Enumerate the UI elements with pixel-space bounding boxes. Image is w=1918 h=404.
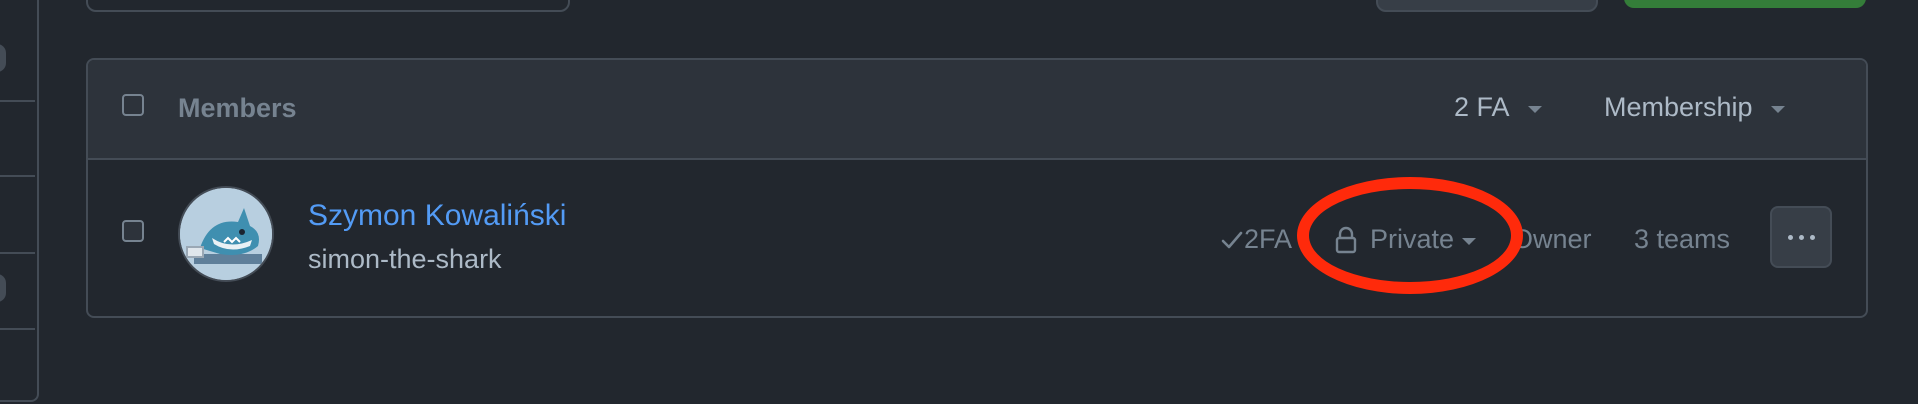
visibility-dropdown[interactable]: Private — [1334, 224, 1477, 255]
member-teams-link[interactable]: 3 teams — [1634, 224, 1730, 255]
membership-filter-label: Membership — [1604, 92, 1753, 122]
member-name-link[interactable]: Szymon Kowaliński — [308, 199, 566, 233]
avatar[interactable] — [178, 186, 274, 282]
members-header-title: Members — [178, 93, 297, 123]
secondary-action-button[interactable] — [1376, 0, 1598, 12]
two-factor-status: 2FA — [1220, 224, 1292, 255]
membership-filter[interactable]: Membership — [1604, 92, 1785, 123]
kebab-horizontal-icon — [1787, 234, 1793, 240]
chevron-down-icon — [1770, 105, 1785, 113]
kebab-dot — [1809, 234, 1815, 240]
members-table: Members 2 FA Membership Szymon Kowalińsk — [86, 58, 1868, 318]
sidebar-divider — [0, 252, 35, 254]
sidebar-strip — [0, 0, 39, 402]
visibility-label: Private — [1370, 224, 1455, 254]
chevron-down-icon — [1462, 237, 1477, 245]
chevron-down-icon — [1527, 105, 1542, 113]
member-role: Owner — [1512, 224, 1592, 254]
members-table-header: Members 2 FA Membership — [88, 60, 1866, 160]
invite-member-button[interactable] — [1624, 0, 1866, 8]
member-row: Szymon Kowaliński simon-the-shark 2FA Pr… — [88, 160, 1866, 316]
more-options-button[interactable] — [1770, 206, 1832, 268]
sidebar-scroll-indicator — [0, 44, 6, 72]
shark-avatar-icon — [180, 188, 272, 280]
sidebar-divider — [0, 175, 35, 177]
two-factor-filter-label: 2 FA — [1454, 92, 1510, 122]
member-login: simon-the-shark — [308, 244, 502, 274]
sidebar-scroll-indicator — [0, 274, 6, 302]
sidebar-divider — [0, 328, 35, 330]
sidebar-divider — [0, 100, 35, 102]
two-factor-label: 2FA — [1244, 224, 1293, 254]
check-icon — [1221, 231, 1243, 248]
lock-icon — [1335, 226, 1357, 253]
member-select-checkbox[interactable] — [122, 220, 144, 242]
kebab-dot — [1798, 234, 1804, 240]
select-all-checkbox[interactable] — [122, 94, 144, 116]
find-member-input[interactable] — [86, 0, 570, 12]
two-factor-filter[interactable]: 2 FA — [1454, 92, 1542, 123]
